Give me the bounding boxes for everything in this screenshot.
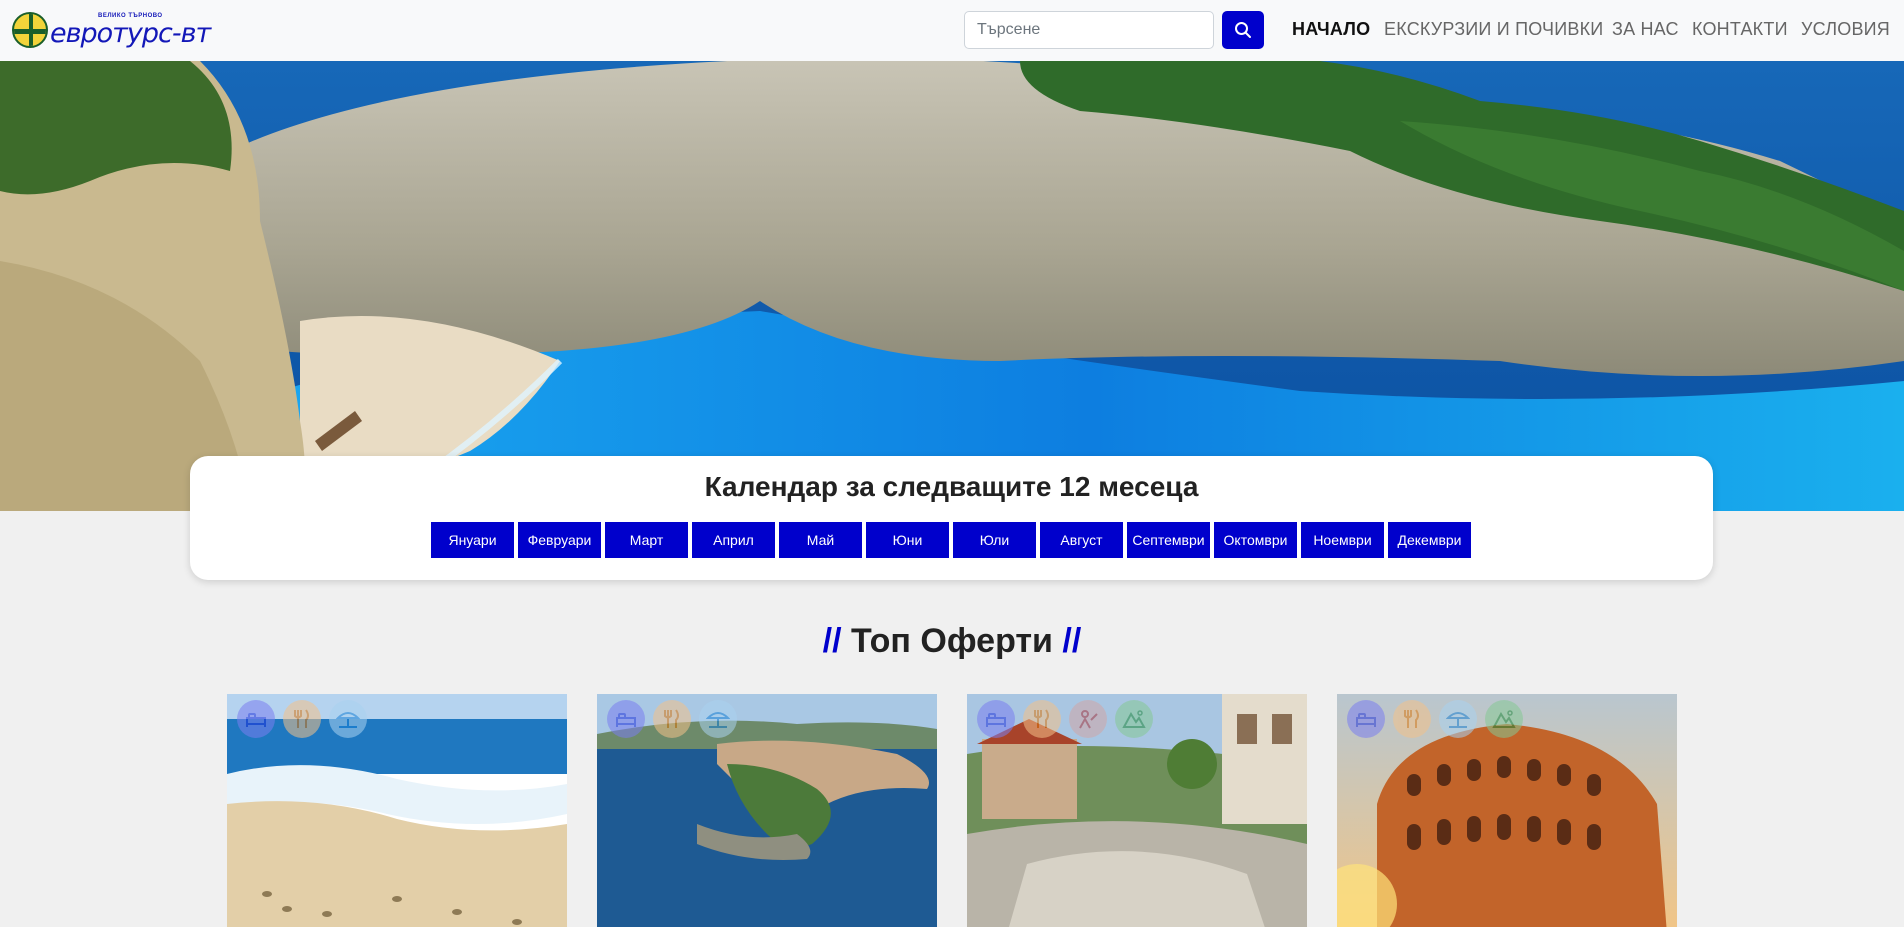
bed-icon [607, 700, 645, 738]
offer-card[interactable] [227, 694, 567, 927]
month-button-january[interactable]: Януари [431, 522, 514, 558]
top-offers-title: Топ Оферти [851, 622, 1053, 660]
month-button-september[interactable]: Септември [1127, 522, 1210, 558]
month-button-december[interactable]: Декември [1388, 522, 1471, 558]
month-button-may[interactable]: Май [779, 522, 862, 558]
beach-umbrella-icon [329, 700, 367, 738]
offer-card[interactable] [597, 694, 937, 927]
nav-item-contacts[interactable]: КОНТАКТИ [1692, 19, 1788, 40]
globe-icon [12, 12, 48, 48]
month-button-october[interactable]: Октомври [1214, 522, 1297, 558]
bed-icon [1347, 700, 1385, 738]
site-logo[interactable]: евротурс-вт ВЕЛИКО ТЪРНОВО [12, 12, 247, 49]
calendar-title: Календар за следващите 12 месеца [704, 471, 1199, 502]
top-navbar: евротурс-вт ВЕЛИКО ТЪРНОВО НАЧАЛО ЕКСКУР… [0, 0, 1904, 61]
heading-slash-right: // [1062, 622, 1082, 660]
beach-umbrella-icon [1439, 700, 1477, 738]
bed-icon [977, 700, 1015, 738]
nav-item-excursions[interactable]: ЕКСКУРЗИИ И ПОЧИВКИ [1384, 19, 1603, 40]
mountain-icon [1115, 700, 1153, 738]
heading-slash-left: // [822, 622, 842, 660]
logo-tagline: ВЕЛИКО ТЪРНОВО [98, 13, 163, 19]
dining-icon [653, 700, 691, 738]
search-input[interactable] [964, 11, 1214, 49]
month-button-june[interactable]: Юни [866, 522, 949, 558]
dining-icon [1023, 700, 1061, 738]
month-button-july[interactable]: Юли [953, 522, 1036, 558]
amenity-list [237, 700, 367, 738]
nav-item-terms[interactable]: УСЛОВИЯ [1801, 19, 1890, 40]
logo-text: евротурс-вт [50, 17, 211, 49]
month-button-august[interactable]: Август [1040, 522, 1123, 558]
mountain-icon [1485, 700, 1523, 738]
month-button-november[interactable]: Ноември [1301, 522, 1384, 558]
bed-icon [237, 700, 275, 738]
amenity-list [1347, 700, 1523, 738]
amenity-list [607, 700, 737, 738]
search-icon [1235, 22, 1251, 38]
sightseeing-icon [1069, 700, 1107, 738]
calendar-panel: Календар за следващите 12 месеца Януари … [190, 456, 1713, 580]
month-list: Януари Февруари Март Април Май Юни Юли А… [431, 522, 1471, 558]
amenity-list [977, 700, 1153, 738]
month-button-march[interactable]: Март [605, 522, 688, 558]
offer-card[interactable] [1337, 694, 1677, 927]
nav-item-home[interactable]: НАЧАЛО [1292, 19, 1370, 40]
dining-icon [1393, 700, 1431, 738]
month-button-february[interactable]: Февруари [518, 522, 601, 558]
beach-umbrella-icon [699, 700, 737, 738]
search-button[interactable] [1222, 11, 1264, 49]
offer-card[interactable] [967, 694, 1307, 927]
dining-icon [283, 700, 321, 738]
top-offers-heading: // Топ Оферти // [0, 622, 1904, 661]
nav-item-about[interactable]: ЗА НАС [1612, 19, 1679, 40]
hero-banner [0, 61, 1904, 511]
month-button-april[interactable]: Април [692, 522, 775, 558]
